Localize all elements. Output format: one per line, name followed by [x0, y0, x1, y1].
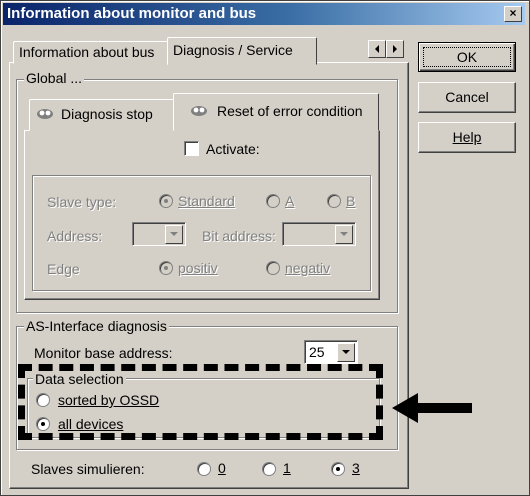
address-label: Address: — [47, 228, 103, 244]
subtab-diagnosis-stop-label: Diagnosis stop — [61, 106, 153, 122]
cancel-button-label: Cancel — [445, 89, 489, 105]
radio-edge-negativ[interactable] — [266, 261, 280, 275]
slave-type-label: Slave type: — [47, 194, 117, 210]
tab-scroll-left[interactable] — [368, 40, 386, 58]
global-legend: Global ... — [24, 70, 85, 86]
radio-slaves-1-label: 1 — [283, 460, 291, 476]
slaves-simulate-label: Slaves simulieren: — [31, 461, 145, 477]
bit-address-dropdown-button[interactable] — [335, 225, 353, 244]
radio-edge-negativ-label: negativ — [285, 260, 331, 276]
bit-address-combo[interactable] — [282, 222, 356, 246]
asi-legend: AS-Interface diagnosis — [24, 318, 169, 334]
eye-icon — [191, 106, 207, 116]
ok-button[interactable]: OK — [418, 42, 516, 72]
eye-icon — [37, 109, 53, 119]
activate-label: Activate: — [206, 141, 260, 157]
edge-label: Edge — [47, 261, 80, 277]
cancel-button[interactable]: Cancel — [418, 82, 516, 113]
tab-scroll-right[interactable] — [386, 40, 404, 58]
address-combo[interactable] — [132, 222, 186, 246]
radio-slave-b-label: B — [346, 193, 356, 209]
subtab-diagnosis-stop[interactable]: Diagnosis stop — [29, 99, 177, 131]
radio-slaves-0-label: 0 — [218, 460, 226, 476]
radio-slaves-3[interactable] — [331, 462, 345, 476]
activate-checkbox[interactable] — [184, 141, 199, 156]
monitor-base-label: Monitor base address: — [34, 345, 173, 361]
subtab-reset-error[interactable]: Reset of error condition — [173, 93, 379, 131]
tab-info-bus[interactable]: Information about bus — [13, 41, 179, 64]
triangle-right-icon — [393, 45, 397, 53]
window-title: Information about monitor and bus — [7, 5, 257, 22]
chevron-down-icon — [340, 232, 348, 236]
radio-slaves-3-label: 3 — [352, 460, 360, 476]
tab-diagnosis-service[interactable]: Diagnosis / Service — [167, 37, 317, 65]
radio-edge-positiv[interactable] — [159, 261, 173, 275]
chevron-down-icon — [170, 232, 178, 236]
bit-address-label: Bit address: — [202, 228, 276, 244]
chevron-down-icon — [342, 350, 350, 354]
radio-slaves-0[interactable] — [197, 462, 211, 476]
monitor-base-dropdown-button[interactable] — [337, 343, 355, 362]
tab-diagnosis-service-label: Diagnosis / Service — [173, 42, 293, 58]
radio-slave-a-label: A — [285, 193, 295, 209]
help-button-label: Help — [452, 129, 482, 145]
address-dropdown-button[interactable] — [165, 225, 183, 244]
help-button[interactable]: Help — [418, 122, 516, 153]
radio-slave-b[interactable] — [327, 194, 341, 208]
title-bar: Information about monitor and bus × — [3, 3, 525, 25]
focus-rect — [423, 47, 511, 67]
radio-slaves-1[interactable] — [262, 462, 276, 476]
monitor-base-combo[interactable]: 25 — [304, 340, 358, 364]
subtab-reset-error-label: Reset of error condition — [217, 103, 363, 119]
radio-edge-positiv-label: positiv — [178, 260, 218, 276]
monitor-base-value: 25 — [309, 344, 325, 360]
triangle-left-icon — [375, 45, 379, 53]
close-button[interactable]: × — [504, 6, 522, 22]
radio-slave-standard-label: Standard — [178, 193, 235, 209]
tab-info-bus-label: Information about bus — [19, 44, 155, 60]
highlight-dashed-box — [18, 364, 383, 440]
radio-slave-a[interactable] — [266, 194, 280, 208]
radio-slave-standard[interactable] — [159, 194, 173, 208]
arrow-left-icon — [392, 393, 472, 423]
